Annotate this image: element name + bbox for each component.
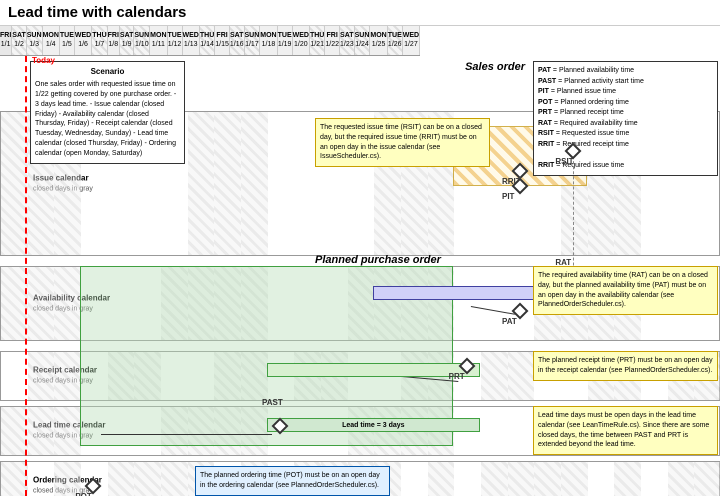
day-cell-1-6: WED1/6	[75, 26, 92, 55]
day-cell-1-20: WED1/20	[293, 26, 310, 55]
closed-day-stripe	[28, 407, 55, 455]
ppo-label: Planned purchase order	[315, 254, 441, 266]
main-container: FRI1/1SAT1/2SUN1/3MON1/4TUE1/5WED1/6THU1…	[0, 26, 720, 496]
closed-day-stripe	[54, 462, 81, 496]
closed-day-stripe	[28, 352, 55, 400]
closed-day-stripe	[561, 462, 588, 496]
timeline-bar: Lead time = 3 days	[267, 418, 480, 432]
closed-day-stripe	[508, 462, 535, 496]
today-label: Today	[32, 56, 55, 65]
scenario-text: One sales order with requested issue tim…	[35, 80, 180, 158]
diamond-label: POT	[75, 492, 91, 496]
day-cell-1-23: SAT1/23	[340, 26, 355, 55]
scenario-box: Scenario One sales order with requested …	[30, 61, 185, 164]
sales-order-label: Sales order	[465, 61, 525, 73]
closed-day-stripe	[161, 462, 188, 496]
day-cell-1-25: MON1/25	[370, 26, 387, 55]
closed-day-stripe	[54, 407, 81, 455]
scenario-title: Scenario	[35, 66, 180, 77]
diamond-marker: RSIT	[565, 143, 581, 159]
day-cell-1-8: FRI1/8	[108, 26, 120, 55]
diamond-label: PRT	[449, 372, 465, 381]
closed-day-stripe	[694, 462, 720, 496]
today-marker: Today	[25, 56, 27, 496]
page-title: Lead time with calendars	[0, 0, 720, 26]
day-cell-1-22: FRI1/22	[325, 26, 340, 55]
lead-note: Lead time days must be open days in the …	[533, 406, 718, 455]
day-cell-1-16: SAT1/16	[230, 26, 245, 55]
closed-day-stripe	[241, 112, 268, 255]
day-cell-1-24: SUN1/24	[355, 26, 371, 55]
day-cell-1-1: FRI1/1	[0, 26, 12, 55]
closed-day-stripe	[134, 462, 161, 496]
closed-day-stripe	[108, 462, 135, 496]
closed-day-stripe	[1, 267, 28, 340]
diamond-label: RSIT	[555, 157, 573, 166]
closed-day-stripe	[481, 352, 508, 400]
diamond-marker: PAT	[512, 303, 528, 319]
closed-day-stripe	[481, 462, 508, 496]
content-area: Today Scenario One sales order with requ…	[0, 56, 720, 496]
closed-day-stripe	[614, 462, 641, 496]
diamond-marker: PRT	[459, 358, 475, 374]
pot-note: The planned ordering time (POT) must be …	[195, 466, 390, 496]
day-cell-1-9: SAT1/9	[120, 26, 134, 55]
day-cell-1-11: MON1/11	[150, 26, 167, 55]
day-cell-1-13: WED1/13	[183, 26, 200, 55]
closed-day-stripe	[668, 462, 695, 496]
day-cell-1-5: TUE1/5	[60, 26, 75, 55]
closed-day-stripe	[508, 352, 535, 400]
day-cell-1-21: THU1/21	[310, 26, 325, 55]
diamond-label: PAT	[502, 317, 517, 326]
day-cell-1-27: WED1/27	[403, 26, 420, 55]
day-cell-1-12: TUE1/12	[168, 26, 183, 55]
day-cell-1-14: THU1/14	[200, 26, 215, 55]
closed-day-stripe	[1, 407, 28, 455]
day-cell-1-2: SAT1/2	[12, 26, 26, 55]
rat-note: The required availability time (RAT) can…	[533, 266, 718, 315]
day-cell-1-7: THU1/7	[92, 26, 107, 55]
day-cell-1-18: MON1/18	[260, 26, 277, 55]
closed-day-stripe	[28, 267, 55, 340]
closed-day-stripe	[54, 267, 81, 340]
closed-day-stripe	[534, 462, 561, 496]
day-cell-1-15: FRI1/15	[215, 26, 230, 55]
diamond-marker: PIT	[512, 178, 528, 194]
closed-day-stripe	[428, 462, 455, 496]
closed-day-stripe	[214, 112, 241, 255]
closed-day-stripe	[1, 112, 28, 255]
day-cell-1-26: TUE1/26	[388, 26, 403, 55]
day-cell-1-4: MON1/4	[43, 26, 60, 55]
diamond-label: PIT	[502, 192, 514, 201]
day-cell-1-3: SUN1/3	[27, 26, 43, 55]
day-cell-1-17: SUN1/17	[245, 26, 261, 55]
diamond-marker: PAST	[272, 418, 288, 434]
day-cell-1-10: SUN1/10	[134, 26, 150, 55]
closed-day-stripe	[1, 462, 28, 496]
diamond-marker: POT	[85, 478, 101, 494]
timeline-bar	[373, 286, 560, 300]
day-header: FRI1/1SAT1/2SUN1/3MON1/4TUE1/5WED1/6THU1…	[0, 26, 420, 56]
closed-day-stripe	[188, 112, 215, 255]
connector-line	[101, 434, 272, 435]
prt-note: The planned receipt time (PRT) must be o…	[533, 351, 718, 381]
diamond-label: PAST	[262, 398, 283, 407]
closed-day-stripe	[54, 352, 81, 400]
rsit-note: The requested issue time (RSIT) can be o…	[315, 118, 490, 167]
day-cell-1-19: TUE1/19	[278, 26, 293, 55]
